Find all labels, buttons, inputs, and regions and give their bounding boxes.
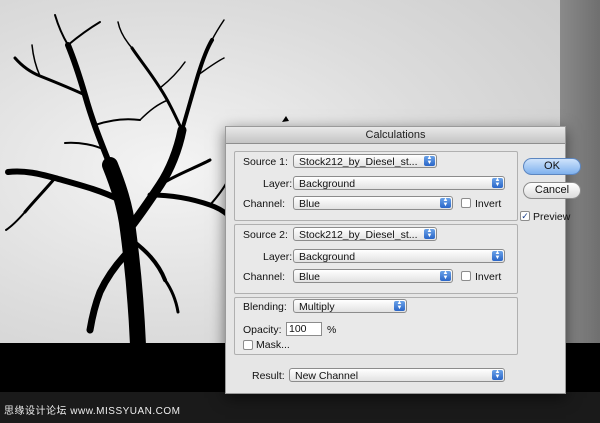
source1-layer-select[interactable]: Background ▲ ▼ bbox=[293, 176, 505, 190]
ok-button[interactable]: OK bbox=[523, 158, 581, 175]
preview-checkbox[interactable]: ✓ bbox=[520, 211, 530, 221]
source2-file-select[interactable]: Stock212_by_Diesel_st... ▲ ▼ bbox=[293, 227, 437, 241]
source2-invert-label: Invert bbox=[475, 271, 502, 283]
source2-layer-value: Background bbox=[299, 251, 356, 263]
source1-channel-select[interactable]: Blue ▲ ▼ bbox=[293, 196, 453, 210]
chevron-updown-icon: ▲ ▼ bbox=[394, 300, 405, 311]
chevron-updown-icon: ▲ ▼ bbox=[492, 369, 503, 380]
source1-label: Source 1: bbox=[243, 156, 288, 168]
source1-channel-label: Channel: bbox=[243, 198, 286, 210]
source1-layer-label: Layer: bbox=[263, 178, 293, 190]
source2-group: Source 2: Stock212_by_Diesel_st... ▲ ▼ La… bbox=[234, 224, 518, 294]
source2-invert-checkbox[interactable] bbox=[461, 271, 471, 281]
source1-group: Source 1: Stock212_by_Diesel_st... ▲ ▼ La… bbox=[234, 151, 518, 221]
chevron-updown-icon: ▲ ▼ bbox=[492, 177, 503, 188]
blending-group: Blending: Multiply ▲ ▼ Opacity: 100 % Mas… bbox=[234, 297, 518, 355]
source1-file-value: Stock212_by_Diesel_st... bbox=[299, 156, 418, 168]
blending-label: Blending: bbox=[243, 301, 287, 313]
preview-label: Preview bbox=[533, 211, 571, 223]
source2-layer-select[interactable]: Background ▲ ▼ bbox=[293, 249, 505, 263]
source2-channel-label: Channel: bbox=[243, 271, 286, 283]
source1-file-select[interactable]: Stock212_by_Diesel_st... ▲ ▼ bbox=[293, 154, 437, 168]
result-label: Result: bbox=[252, 370, 285, 382]
source1-layer-value: Background bbox=[299, 178, 356, 190]
chevron-updown-icon: ▲ ▼ bbox=[424, 228, 435, 239]
chevron-updown-icon: ▲ ▼ bbox=[424, 155, 435, 166]
watermark-text: 思缘设计论坛 www.MISSYUAN.COM bbox=[4, 406, 181, 417]
cancel-button[interactable]: Cancel bbox=[523, 182, 581, 199]
blending-mode-value: Multiply bbox=[299, 301, 335, 313]
opacity-label: Opacity: bbox=[243, 324, 282, 336]
blending-mode-select[interactable]: Multiply ▲ ▼ bbox=[293, 299, 407, 313]
source2-label: Source 2: bbox=[243, 229, 288, 241]
mask-label: Mask... bbox=[256, 339, 290, 351]
source2-layer-label: Layer: bbox=[263, 251, 293, 263]
opacity-unit: % bbox=[327, 324, 337, 336]
result-value: New Channel bbox=[295, 370, 359, 382]
dialog-title: Calculations bbox=[226, 127, 565, 144]
source1-invert-label: Invert bbox=[475, 198, 502, 210]
calculations-dialog: Calculations Source 1: Stock212_by_Diese… bbox=[225, 126, 581, 394]
mask-checkbox[interactable] bbox=[243, 340, 253, 350]
chevron-updown-icon: ▲ ▼ bbox=[440, 197, 451, 208]
source2-channel-value: Blue bbox=[299, 271, 321, 283]
chevron-updown-icon: ▲ ▼ bbox=[440, 270, 451, 281]
source1-invert-checkbox[interactable] bbox=[461, 198, 471, 208]
chevron-updown-icon: ▲ ▼ bbox=[492, 250, 503, 261]
result-select[interactable]: New Channel ▲ ▼ bbox=[289, 368, 505, 382]
source2-file-value: Stock212_by_Diesel_st... bbox=[299, 229, 418, 241]
opacity-input[interactable]: 100 bbox=[286, 322, 322, 336]
source2-channel-select[interactable]: Blue ▲ ▼ bbox=[293, 269, 453, 283]
source1-channel-value: Blue bbox=[299, 198, 321, 210]
